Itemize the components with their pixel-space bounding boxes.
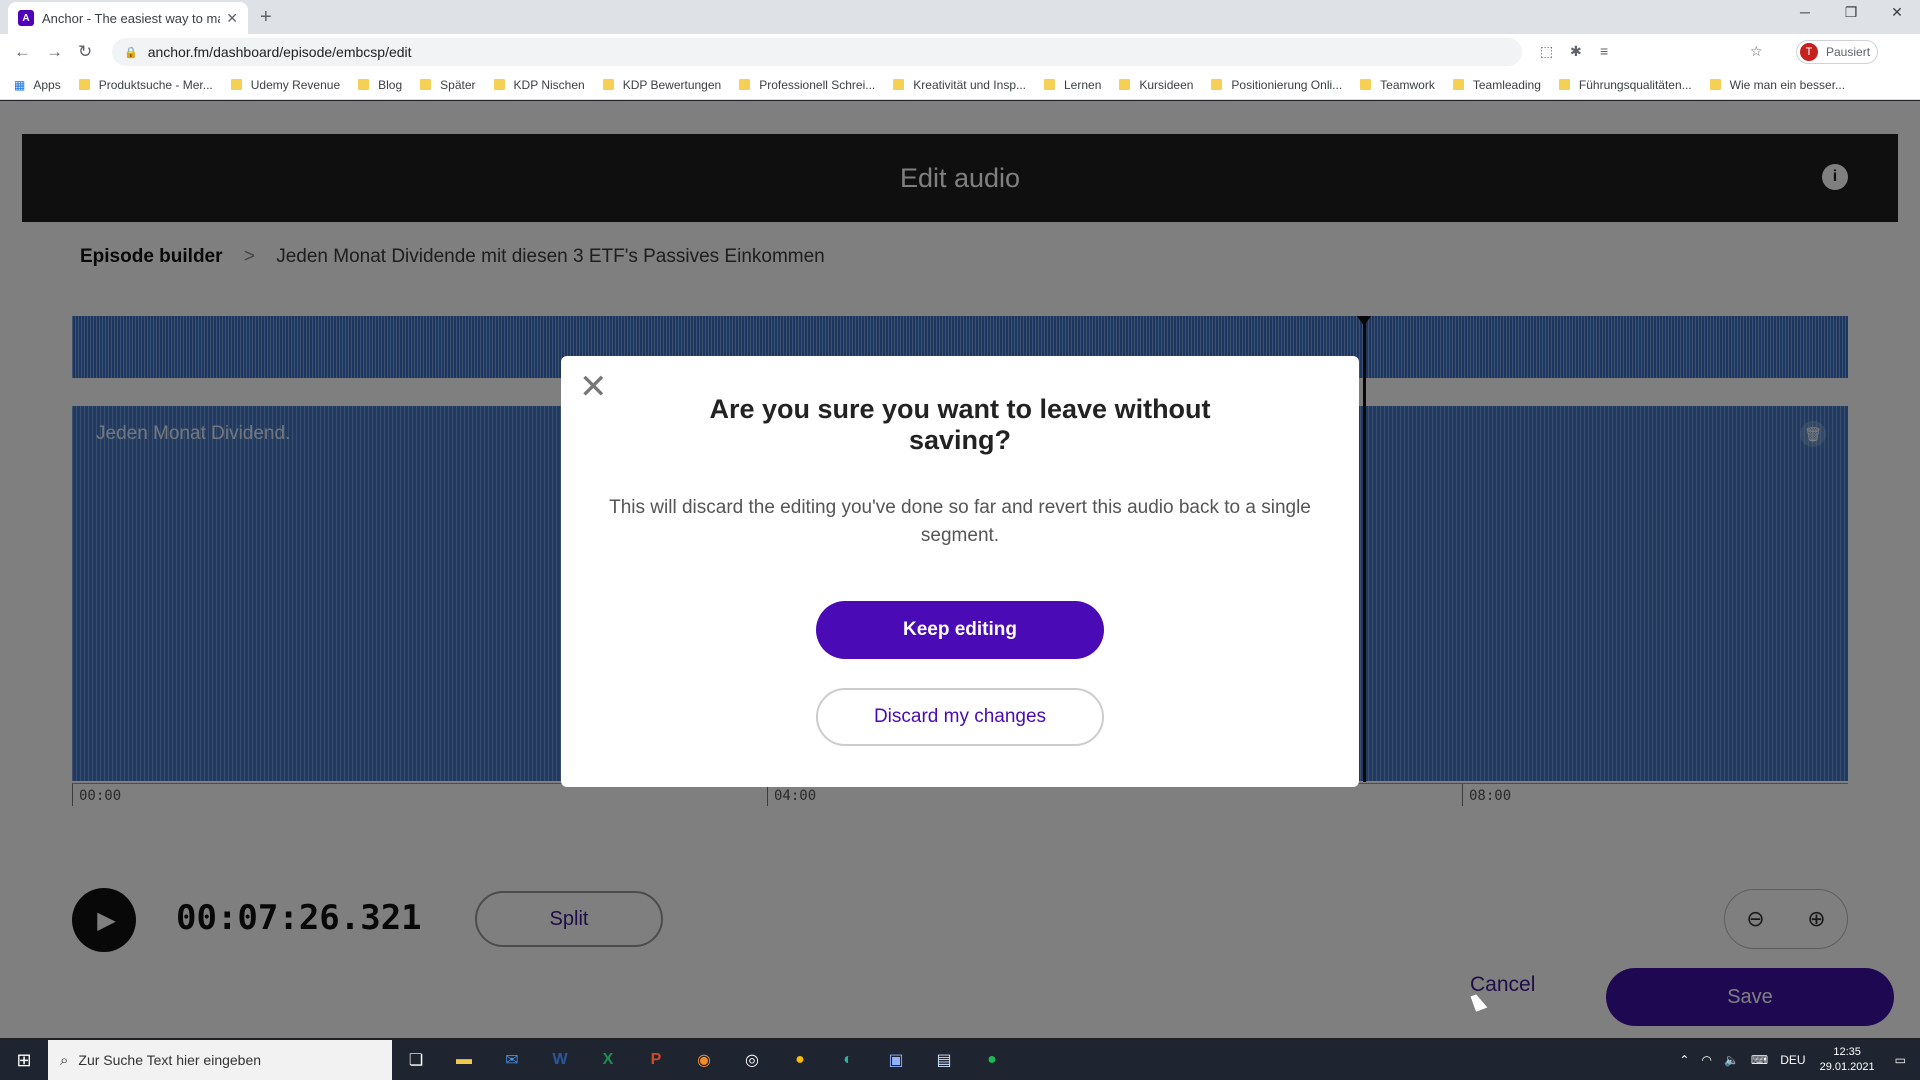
task-view-icon[interactable]: ❏ xyxy=(392,1040,440,1080)
apps-grid-icon: ▦ xyxy=(14,77,26,92)
bookmark-item[interactable]: Wie man ein besser... xyxy=(1709,78,1845,92)
notifications-icon[interactable]: ▭ xyxy=(1895,1053,1906,1067)
url-text: anchor.fm/dashboard/episode/embcsp/edit xyxy=(147,44,412,60)
folder-icon xyxy=(1709,79,1721,90)
restore-icon[interactable]: ❐ xyxy=(1828,4,1874,21)
bookmark-item[interactable]: KDP Bewertungen xyxy=(602,78,721,92)
browser-tab[interactable]: A Anchor - The easiest way to mak ✕ xyxy=(8,2,248,34)
bookmark-item[interactable]: Positionierung Onli... xyxy=(1211,78,1342,92)
folder-icon xyxy=(1558,79,1570,90)
app-icon[interactable]: ▣ xyxy=(872,1040,920,1080)
tab-close-icon[interactable]: ✕ xyxy=(226,10,238,27)
taskbar-search-input[interactable]: ⌕ Zur Suche Text hier eingeben xyxy=(48,1040,392,1080)
bookmark-star-icon[interactable]: ☆ xyxy=(1750,43,1763,60)
bookmark-item[interactable]: Lernen xyxy=(1044,78,1101,92)
clock-date: 29.01.2021 xyxy=(1819,1061,1875,1073)
folder-icon xyxy=(493,79,505,90)
bookmark-item[interactable]: Teamwork xyxy=(1360,78,1435,92)
anchor-favicon-icon: A xyxy=(18,10,34,26)
minimize-icon[interactable]: ─ xyxy=(1782,4,1828,20)
spotify-icon[interactable]: ● xyxy=(968,1040,1016,1080)
media-icon[interactable]: ≡ xyxy=(1600,43,1608,59)
powerpoint-icon[interactable]: P xyxy=(632,1040,680,1080)
profile-label: Pausiert xyxy=(1826,45,1871,59)
dialog-title: Are you sure you want to leave without s… xyxy=(709,394,1211,455)
bookmark-item[interactable]: Teamleading xyxy=(1452,78,1541,92)
folder-icon xyxy=(1211,79,1223,90)
search-icon: ⌕ xyxy=(60,1051,69,1069)
bookmark-item[interactable]: Später xyxy=(420,78,476,92)
profile-button[interactable]: T Pausiert xyxy=(1796,40,1878,64)
word-icon[interactable]: W xyxy=(536,1040,584,1080)
folder-icon xyxy=(1452,79,1464,90)
tab-title: Anchor - The easiest way to mak xyxy=(42,10,221,26)
folder-icon xyxy=(358,79,370,90)
bookmark-item[interactable]: Udemy Revenue xyxy=(230,78,340,92)
folder-icon xyxy=(739,79,751,90)
lock-icon: 🔒 xyxy=(124,46,138,59)
bookmark-item[interactable]: Kursideen xyxy=(1119,78,1193,92)
obs-icon[interactable]: ◎ xyxy=(728,1040,776,1080)
bookmark-item[interactable]: Führungsqualitäten... xyxy=(1558,78,1692,92)
volume-icon[interactable]: 🔈 xyxy=(1724,1053,1739,1067)
bookmark-item[interactable]: Blog xyxy=(358,78,402,92)
reload-icon[interactable]: ↻ xyxy=(78,42,92,62)
bookmark-item[interactable]: Professionell Schrei... xyxy=(739,78,875,92)
back-icon[interactable]: ← xyxy=(14,42,31,62)
browser-toolbar: ← → ↻ 🔒 anchor.fm/dashboard/episode/embc… xyxy=(0,34,1920,70)
chrome-icon[interactable]: ● xyxy=(776,1040,824,1080)
browser-tabbar: A Anchor - The easiest way to mak ✕ + ─ … xyxy=(0,0,1920,34)
bookmark-item[interactable]: Produktsuche - Mer... xyxy=(78,78,213,92)
folder-icon xyxy=(1044,79,1055,90)
forward-icon[interactable]: → xyxy=(46,42,63,62)
new-tab-icon[interactable]: + xyxy=(260,6,272,29)
search-placeholder: Zur Suche Text hier eingeben xyxy=(78,1052,262,1068)
folder-icon xyxy=(230,79,242,90)
folder-icon xyxy=(602,79,614,90)
language-indicator[interactable]: DEU xyxy=(1780,1053,1805,1067)
window-close-icon[interactable]: ✕ xyxy=(1874,4,1920,21)
bookmark-item[interactable]: KDP Nischen xyxy=(493,78,585,92)
bookmark-apps[interactable]: ▦ Apps xyxy=(14,78,61,92)
puzzle-icon[interactable]: ✱ xyxy=(1570,43,1582,60)
discard-changes-button[interactable]: Discard my changes xyxy=(816,688,1104,746)
profile-avatar: T xyxy=(1800,43,1818,61)
windows-start-icon[interactable]: ⊞ xyxy=(0,1040,48,1080)
folder-icon xyxy=(893,79,905,90)
folder-icon xyxy=(78,79,90,90)
bookmarks-bar: ▦ Apps Produktsuche - Mer... Udemy Revenu… xyxy=(0,70,1920,100)
clock[interactable]: 12:35 29.01.2021 xyxy=(1820,1045,1875,1075)
extension-icon[interactable]: ⬚ xyxy=(1540,43,1553,60)
chevron-up-icon[interactable]: ⌃ xyxy=(1679,1053,1689,1067)
excel-icon[interactable]: X xyxy=(584,1040,632,1080)
keyboard-icon[interactable]: ⌨ xyxy=(1751,1053,1768,1067)
dialog-body: This will discard the editing you've don… xyxy=(609,497,1311,546)
folder-icon xyxy=(420,79,432,90)
clock-time: 12:35 xyxy=(1833,1046,1861,1058)
address-bar[interactable]: 🔒 anchor.fm/dashboard/episode/embcsp/edi… xyxy=(112,38,1522,66)
file-explorer-icon[interactable]: ▬ xyxy=(440,1040,488,1080)
mail-icon[interactable]: ✉ xyxy=(488,1040,536,1080)
app-icon[interactable]: ◉ xyxy=(680,1040,728,1080)
folder-icon xyxy=(1360,79,1372,90)
system-tray: ⌃ ◠ 🔈 ⌨ DEU 12:35 29.01.2021 ▭ xyxy=(1673,1040,1920,1080)
leave-confirm-dialog: ✕ Are you sure you want to leave without… xyxy=(561,356,1359,787)
network-icon[interactable]: ◠ xyxy=(1701,1053,1711,1067)
folder-icon xyxy=(1119,79,1131,90)
keep-editing-button[interactable]: Keep editing xyxy=(816,601,1104,659)
bookmark-item[interactable]: Kreativität und Insp... xyxy=(893,78,1026,92)
notepad-icon[interactable]: ▤ xyxy=(920,1040,968,1080)
edge-icon[interactable]: ◐ xyxy=(824,1040,872,1080)
windows-taskbar: ⊞ ⌕ Zur Suche Text hier eingeben ❏ ▬ ✉ W… xyxy=(0,1040,1920,1080)
